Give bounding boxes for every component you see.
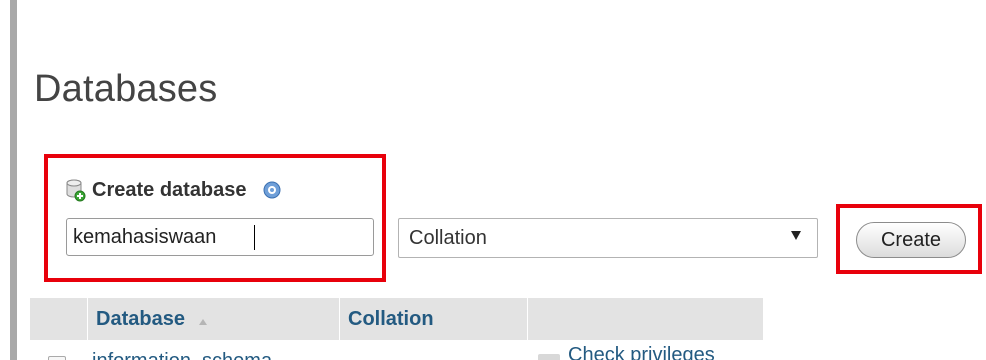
page-title: Databases xyxy=(34,68,218,110)
text-cursor xyxy=(254,225,255,250)
column-header-database[interactable]: Database xyxy=(88,298,340,340)
column-header-actions xyxy=(528,298,763,340)
sort-ascending-icon xyxy=(198,319,207,325)
table-row: information_schema Check privileges xyxy=(30,340,763,360)
create-button[interactable]: Create xyxy=(856,222,966,258)
help-icon[interactable] xyxy=(263,181,281,199)
column-header-collation[interactable]: Collation xyxy=(340,298,528,340)
chevron-down-icon xyxy=(791,231,801,240)
database-name-input[interactable] xyxy=(66,218,374,256)
create-database-label: Create database xyxy=(92,178,247,201)
left-sidebar-border xyxy=(10,0,17,360)
check-privileges-link[interactable]: Check privileges xyxy=(568,344,715,360)
collation-select-value: Collation xyxy=(409,226,487,249)
column-header-collation-label: Collation xyxy=(348,307,434,330)
row-checkbox[interactable] xyxy=(48,356,66,360)
database-link[interactable]: information_schema xyxy=(92,350,272,360)
collation-select[interactable]: Collation xyxy=(398,218,818,258)
database-add-icon xyxy=(66,179,86,202)
checkbox-column-header xyxy=(30,298,88,340)
column-header-database-label: Database xyxy=(96,307,185,330)
databases-table-header: Database Collation xyxy=(30,298,763,340)
create-database-header: Create database xyxy=(66,178,281,202)
privileges-icon xyxy=(538,354,560,360)
